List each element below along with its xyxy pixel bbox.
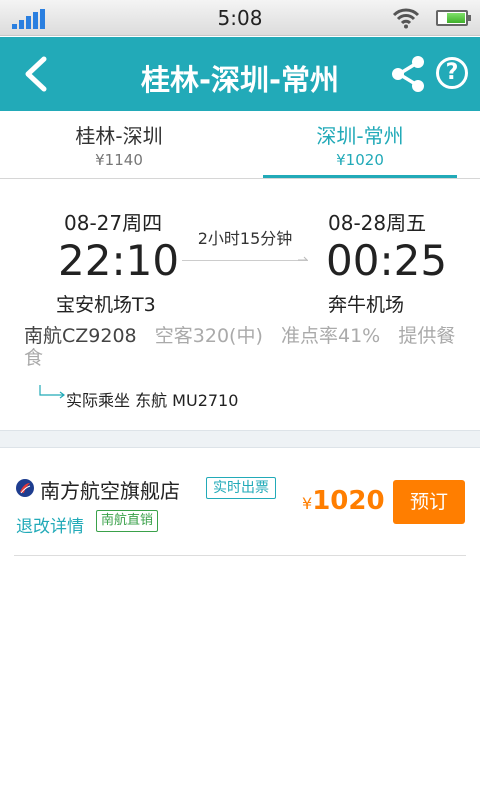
section-divider <box>0 430 480 448</box>
departure-airport: 宝安机场T3 <box>56 294 156 316</box>
flight-details: 08-27周四 08-28周五 2小时15分钟 22:10 00:25 宝安机场… <box>0 180 480 430</box>
book-button[interactable]: 预订 <box>393 480 465 524</box>
wifi-icon <box>392 8 420 29</box>
arrow-right-icon <box>298 256 308 261</box>
codeshare-info: 实际乘坐 东航 MU2710 <box>66 391 239 410</box>
help-icon[interactable]: ? <box>436 57 468 89</box>
currency-symbol: ¥ <box>302 494 313 513</box>
back-arrow-icon[interactable] <box>18 53 58 95</box>
arrival-time: 00:25 <box>326 236 448 285</box>
route-tabs: 桂林-深圳 ¥1140 深圳-常州 ¥1020 <box>0 111 480 179</box>
tab-price-label: ¥1140 <box>95 151 143 169</box>
price-amount: 1020 <box>312 486 385 516</box>
airline-logo-icon <box>16 479 34 497</box>
seller-name: 南方航空旗舰店 <box>40 479 180 503</box>
title-bar: 桂林-深圳-常州 ? <box>0 37 480 111</box>
tab-segment-2[interactable]: 深圳-常州 ¥1020 <box>263 111 457 179</box>
battery-icon <box>436 10 471 26</box>
flight-number: 南航CZ9208 <box>24 325 137 347</box>
tab-route-label: 深圳-常州 <box>316 124 404 148</box>
aircraft-type: 空客320(中) <box>154 325 263 347</box>
on-time-rate: 准点率41% <box>280 325 381 347</box>
realtime-ticket-badge: 实时出票 <box>206 477 276 499</box>
refund-policy-link[interactable]: 退改详情 <box>16 512 84 537</box>
tab-route-label: 桂林-深圳 <box>75 124 163 148</box>
arrival-date: 08-28周五 <box>328 211 427 235</box>
codeshare-arrow-icon <box>39 385 65 399</box>
arrival-airport: 奔牛机场 <box>328 294 405 316</box>
share-icon[interactable] <box>390 55 426 93</box>
departure-time: 22:10 <box>58 236 180 285</box>
direct-sale-badge: 南航直销 <box>96 510 159 532</box>
duration-line <box>182 260 308 261</box>
tab-price-label: ¥1020 <box>336 151 384 169</box>
active-tab-indicator <box>263 175 457 178</box>
flight-info-line: 南航CZ9208 空客320(中) 准点率41% 提供餐食 <box>24 325 464 369</box>
flight-duration: 2小时15分钟 <box>197 229 293 248</box>
tab-segment-1[interactable]: 桂林-深圳 ¥1140 <box>22 111 216 179</box>
row-divider <box>14 555 466 556</box>
departure-date: 08-27周四 <box>64 211 163 235</box>
seller-row[interactable]: 南方航空旗舰店 实时出票 退改详情 南航直销 ¥1020 预订 <box>0 448 480 556</box>
status-bar: 5:08 <box>0 0 480 36</box>
page-title: 桂林-深圳-常州 <box>140 63 340 97</box>
seller-price: ¥1020 <box>302 486 385 516</box>
